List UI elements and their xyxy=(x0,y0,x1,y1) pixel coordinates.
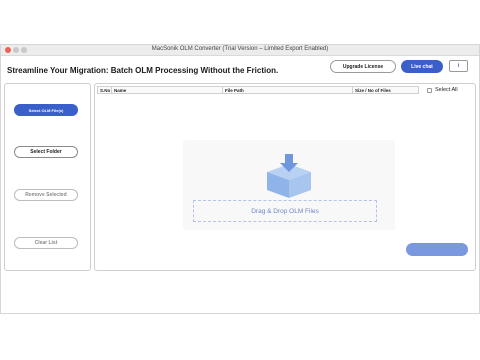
select-all-checkbox[interactable] xyxy=(427,87,432,93)
column-header-name[interactable]: Name xyxy=(112,87,223,93)
window-title: MacSonik OLM Converter (Trial Version – … xyxy=(151,46,329,52)
table-header: S.No Name File Path Size / No of Files xyxy=(97,86,419,94)
title-bar: MacSonik OLM Converter (Trial Version – … xyxy=(1,45,479,56)
clear-list-button[interactable]: Clear List xyxy=(14,237,78,249)
live-chat-button[interactable]: Live chat xyxy=(401,60,443,73)
app-window: MacSonik OLM Converter (Trial Version – … xyxy=(0,44,480,314)
select-all-label: Select All xyxy=(435,87,458,93)
column-header-size[interactable]: Size / No of Files xyxy=(353,87,420,93)
next-button[interactable] xyxy=(406,243,468,256)
select-folder-button[interactable]: Select Folder xyxy=(14,146,78,158)
drop-zone[interactable]: Drag & Drop OLM Files xyxy=(183,140,395,230)
box-download-icon xyxy=(267,154,311,198)
column-header-file-path[interactable]: File Path xyxy=(223,87,353,93)
sidebar-panel: Select OLM File(s) Select Folder Remove … xyxy=(4,83,91,271)
upgrade-license-button[interactable]: Upgrade License xyxy=(330,60,396,73)
info-button[interactable]: i xyxy=(449,60,468,72)
drag-drop-label: Drag & Drop OLM Files xyxy=(193,200,377,222)
page-headline: Streamline Your Migration: Batch OLM Pro… xyxy=(7,66,279,75)
select-olm-files-button[interactable]: Select OLM File(s) xyxy=(14,104,78,116)
remove-selected-button[interactable]: Remove Selected xyxy=(14,189,78,201)
select-all-control[interactable]: Select All xyxy=(427,87,458,93)
column-header-sno[interactable]: S.No xyxy=(98,87,112,93)
